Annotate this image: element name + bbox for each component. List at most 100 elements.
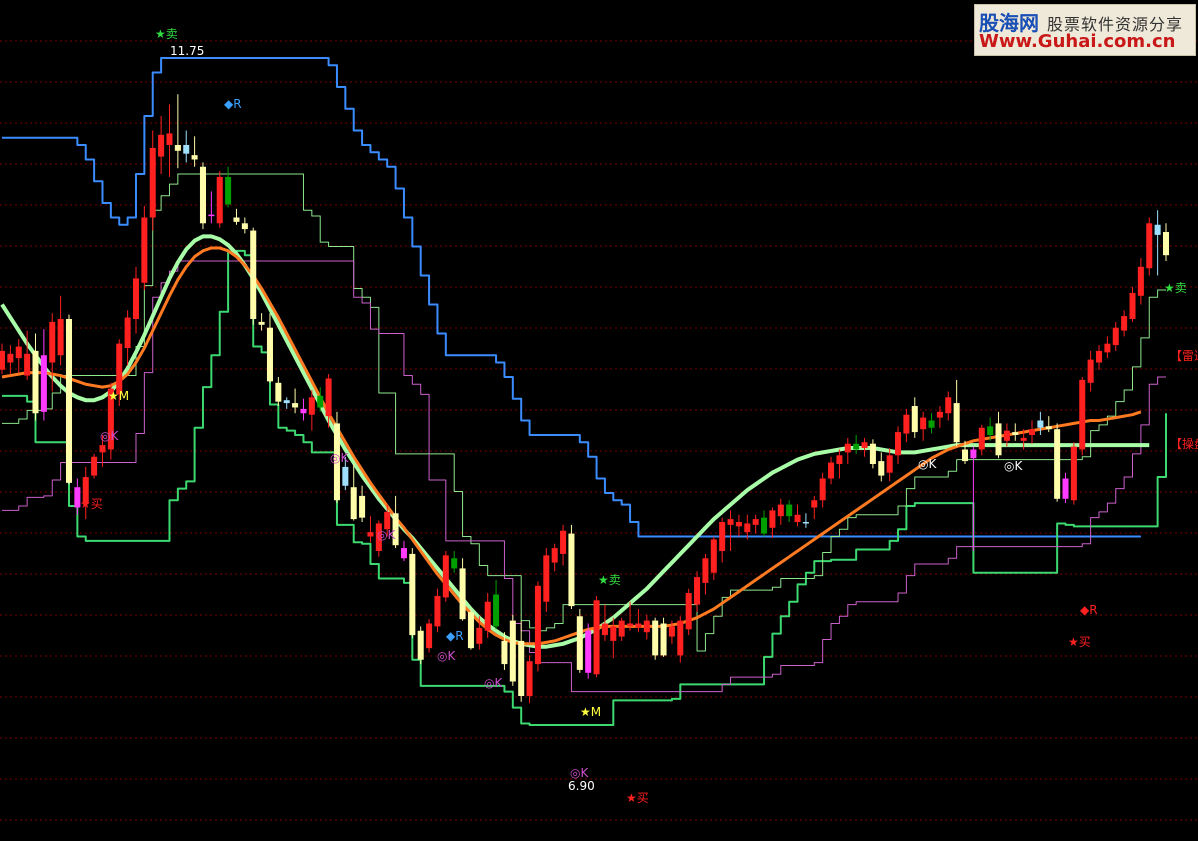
candle-body <box>668 626 675 637</box>
candle-body <box>694 577 701 605</box>
candle-body <box>442 555 449 598</box>
candle-body <box>40 355 47 412</box>
candle-body <box>878 461 885 476</box>
candle-body <box>920 417 927 430</box>
label-m: ★M <box>108 389 129 403</box>
candle-body <box>819 478 826 501</box>
candle-body <box>635 623 642 628</box>
candle-body <box>7 353 14 363</box>
candle-body <box>1121 316 1128 331</box>
candle-body <box>585 630 592 673</box>
candle-body <box>660 623 667 656</box>
candle-body <box>166 133 173 145</box>
candle-body <box>534 585 541 665</box>
label-sell: ★卖 <box>598 573 621 587</box>
candle-body <box>560 530 567 554</box>
candle-body <box>1112 327 1119 346</box>
candle-body <box>250 230 257 319</box>
candlesticks <box>0 94 1170 704</box>
candle-body <box>777 504 784 517</box>
label-m: ★M <box>580 705 601 719</box>
candle-body <box>0 350 6 370</box>
candle-body <box>417 630 424 660</box>
candle-body <box>786 504 793 517</box>
candle-body <box>869 443 876 464</box>
candle-body <box>518 640 525 696</box>
candle-body <box>568 533 575 607</box>
candle-body <box>719 522 726 551</box>
candle-body <box>794 514 801 522</box>
candle-body <box>199 166 206 224</box>
candle-body <box>65 319 73 483</box>
candle-body <box>576 616 583 670</box>
candle-body <box>49 321 56 363</box>
candle-body <box>174 145 181 151</box>
label-k: ◎K <box>377 528 396 542</box>
candle-body <box>1062 478 1069 499</box>
label-kw: ◎K <box>918 457 937 471</box>
candle-body <box>1020 437 1027 441</box>
candle-body <box>543 555 550 602</box>
candle-body <box>350 487 357 520</box>
indicator-lines <box>0 57 1167 726</box>
lower-channel-line <box>2 249 1167 726</box>
candle-body <box>1003 430 1010 441</box>
candle-body <box>434 595 441 627</box>
candle-body <box>970 449 977 459</box>
candle-body <box>811 500 818 508</box>
candle-body <box>744 523 751 533</box>
candle-body <box>945 397 952 414</box>
candle-body <box>978 427 985 450</box>
candle-body <box>928 420 935 428</box>
candle-body <box>57 319 64 356</box>
chart-labels: ★卖11.75◆R★M◎K★买◎K◎K◎K◎K◆R★卖★M◎K6.90★买◎K ◎… <box>80 27 1198 805</box>
candle-body <box>325 378 332 417</box>
candle-body <box>275 382 282 402</box>
candle-body <box>861 442 868 449</box>
candle-body <box>409 553 416 636</box>
candle-body <box>225 176 232 205</box>
candle-body <box>1154 224 1161 235</box>
grid-lines <box>0 40 1198 821</box>
label-r2: ◆R <box>1080 603 1098 617</box>
candle-body <box>32 350 39 414</box>
candle-body <box>426 623 433 649</box>
label-buy: ★买 <box>80 497 103 511</box>
candle-body <box>702 558 709 583</box>
candle-body <box>727 519 734 525</box>
candle-body <box>601 623 608 636</box>
candle-body <box>24 353 31 376</box>
label-buy: ★买 <box>1068 635 1091 649</box>
candle-body <box>1129 292 1136 319</box>
stock-chart: ★卖11.75◆R★M◎K★买◎K◎K◎K◎K◆R★卖★M◎K6.90★买◎K ◎… <box>0 27 1198 821</box>
candle-body <box>903 414 910 434</box>
candle-body <box>400 548 407 559</box>
candle-body <box>551 548 558 563</box>
label-cut: 【雷达 <box>1170 349 1198 363</box>
candle-body <box>292 403 299 408</box>
candle-body <box>769 510 776 528</box>
candle-body <box>685 593 692 630</box>
candle-body <box>802 522 809 524</box>
candle-body <box>266 327 273 382</box>
label-k: ◎K <box>570 766 589 780</box>
candle-body <box>1070 446 1077 501</box>
candle-body <box>593 600 600 675</box>
candle-body <box>895 432 902 456</box>
candle-body <box>953 403 960 443</box>
candle-body <box>258 321 265 325</box>
candle-body <box>149 147 156 218</box>
candle-body <box>652 620 659 656</box>
candle-body <box>911 406 918 433</box>
label-r: ◆R <box>224 97 242 111</box>
candle-body <box>308 397 315 415</box>
watermark: 股海网 股票软件资源分享 Www.Guhai.com.cn <box>974 4 1196 56</box>
candle-body <box>342 466 349 486</box>
candle-body <box>844 443 851 453</box>
label-buy: ★买 <box>626 791 649 805</box>
watermark-url: Www.Guhai.com.cn <box>979 31 1176 52</box>
candle-body <box>1104 343 1111 353</box>
candle-body <box>91 456 98 476</box>
candle-body <box>735 522 742 527</box>
candle-body <box>1087 359 1094 383</box>
